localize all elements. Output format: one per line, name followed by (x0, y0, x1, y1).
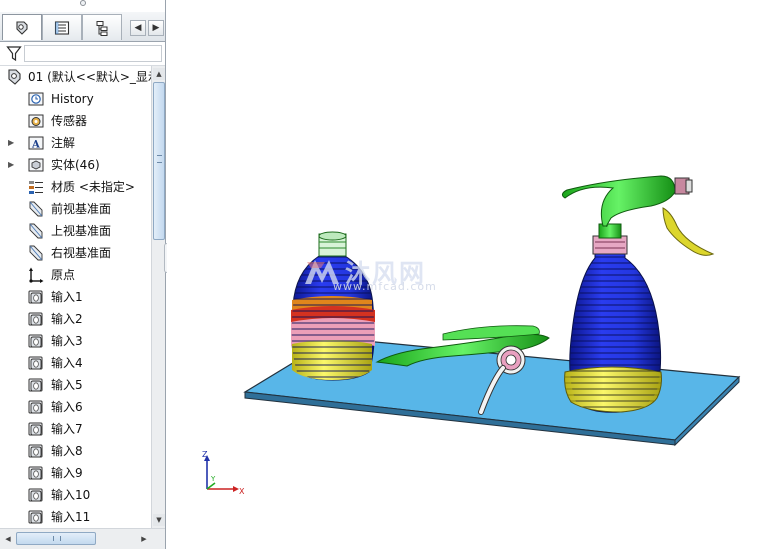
tree-item-label: 前视基准面 (51, 202, 112, 216)
tree-item-label: 上视基准面 (51, 224, 112, 238)
solid-bodies-icon (28, 158, 44, 172)
tree-item-label: 输入7 (51, 422, 83, 436)
tree-item-label: 右视基准面 (51, 246, 112, 260)
featuremanager-tab[interactable] (2, 14, 42, 40)
imported-body-icon (28, 466, 43, 480)
configurationmanager-tab[interactable] (82, 14, 122, 40)
tree-item-label: 01 (默认<<默认>_显示 (28, 70, 151, 84)
history-icon (28, 92, 44, 106)
tree-item-label: 原点 (51, 268, 76, 282)
tree-item[interactable]: ▶ 实体(46) (0, 154, 151, 176)
tree-item[interactable]: 输入6 (0, 396, 151, 418)
feature-tree: 01 (默认<<默认>_显示 History 传感器 ▶ A 注解 ▶ 实体(46) 材质 <未… (0, 66, 151, 528)
scroll-down-button[interactable]: ▼ (153, 514, 165, 526)
tree-item[interactable]: 输入9 (0, 462, 151, 484)
annotation-icon: A (28, 136, 44, 151)
tree-item[interactable]: 前视基准面 (0, 198, 151, 220)
tree-item-label: 输入2 (51, 312, 83, 326)
tree-item[interactable]: 材质 <未指定> (0, 176, 151, 198)
triad-y-label: Y (210, 475, 216, 483)
panel-tab-bar: ◀ ▶ (0, 12, 165, 42)
tree-item[interactable]: 输入11 (0, 506, 151, 528)
imported-body-icon (28, 378, 43, 392)
part-icon (8, 69, 21, 85)
imported-body-icon (28, 510, 43, 524)
svg-text:A: A (31, 140, 40, 151)
tree-item-label: 输入8 (51, 444, 83, 458)
tree-item-label: History (51, 92, 94, 106)
imported-body-icon (28, 334, 43, 348)
imported-body-icon (28, 444, 43, 458)
configuration-manager-icon (96, 20, 108, 36)
tree-item-label: 材质 <未指定> (51, 180, 135, 194)
plane-icon (29, 201, 43, 217)
filter-input[interactable] (24, 45, 162, 62)
tree-horizontal-scrollbar[interactable]: ◀ ▶ (0, 528, 165, 549)
tree-item[interactable]: 输入5 (0, 374, 151, 396)
reference-triad: Z Y X (202, 450, 245, 496)
tree-item-label: 输入4 (51, 356, 83, 370)
tree-root-part[interactable]: 01 (默认<<默认>_显示 (0, 66, 151, 88)
tree-item-label: 实体(46) (51, 158, 100, 172)
origin-icon (29, 267, 44, 283)
tree-item-label: 输入1 (51, 290, 83, 304)
tree-item[interactable]: 输入8 (0, 440, 151, 462)
horizontal-scroll-thumb[interactable] (16, 532, 96, 545)
tree-item[interactable]: 输入3 (0, 330, 151, 352)
feature-tree-icon (16, 20, 28, 35)
tree-item[interactable]: History (0, 88, 151, 110)
tree-item[interactable]: 右视基准面 (0, 242, 151, 264)
filter-row (0, 42, 165, 66)
tree-item[interactable]: 传感器 (0, 110, 151, 132)
tree-item[interactable]: 输入1 (0, 286, 151, 308)
imported-body-icon (28, 422, 43, 436)
imported-body-icon (28, 488, 43, 502)
tree-item-label: 输入11 (51, 510, 91, 524)
propertymanager-tab[interactable] (42, 14, 82, 40)
imported-body-icon (28, 356, 43, 370)
tree-item-label: 输入6 (51, 400, 83, 414)
tab-scroll-left-button[interactable]: ◀ (130, 20, 146, 36)
imported-body-icon (28, 312, 43, 326)
tree-item[interactable]: 原点 (0, 264, 151, 286)
tree-item[interactable]: ▶ A 注解 (0, 132, 151, 154)
scroll-up-button[interactable]: ▲ (153, 68, 165, 80)
expand-arrow-icon[interactable]: ▶ (8, 138, 16, 148)
imported-body-icon (28, 400, 43, 414)
material-icon (29, 181, 43, 194)
feature-manager-panel: ◀ ▶ 01 (默认<<默认>_显示 History 传感器 ▶ A 注解 ▶ 实体(46) 材… (0, 0, 166, 549)
tree-item-label: 输入5 (51, 378, 83, 392)
tree-item[interactable]: 输入2 (0, 308, 151, 330)
tab-scroll-right-button[interactable]: ▶ (148, 20, 164, 36)
tree-item[interactable]: 上视基准面 (0, 220, 151, 242)
filter-icon[interactable] (6, 45, 22, 62)
triad-z-label: Z (202, 450, 208, 459)
property-manager-icon (54, 20, 70, 35)
panel-grip-handle[interactable] (80, 0, 86, 6)
tree-item[interactable]: 输入10 (0, 484, 151, 506)
scroll-left-button[interactable]: ◀ (2, 533, 14, 545)
tree-item-label: 输入9 (51, 466, 83, 480)
watermark: 沐风网 www.mfcad.com (303, 254, 483, 296)
watermark-url: www.mfcad.com (333, 280, 437, 293)
expand-arrow-icon[interactable]: ▶ (8, 160, 16, 170)
tree-vertical-scrollbar[interactable]: ▲ ▼ (151, 66, 165, 528)
tree-item[interactable]: 输入4 (0, 352, 151, 374)
scroll-right-button[interactable]: ▶ (138, 533, 150, 545)
sensor-icon (28, 114, 44, 128)
tree-item-label: 输入10 (51, 488, 91, 502)
plane-icon (29, 223, 43, 239)
tree-item-label: 注解 (51, 136, 76, 150)
tree-item-label: 传感器 (51, 114, 88, 128)
tree-item-label: 输入3 (51, 334, 83, 348)
triad-x-label: X (239, 487, 245, 496)
plane-icon (29, 245, 43, 261)
graphics-viewport[interactable]: 沐风网 www.mfcad.com Z Y X (167, 0, 762, 549)
imported-body-icon (28, 290, 43, 304)
vertical-scroll-thumb[interactable] (153, 82, 165, 240)
tree-item[interactable]: 输入7 (0, 418, 151, 440)
